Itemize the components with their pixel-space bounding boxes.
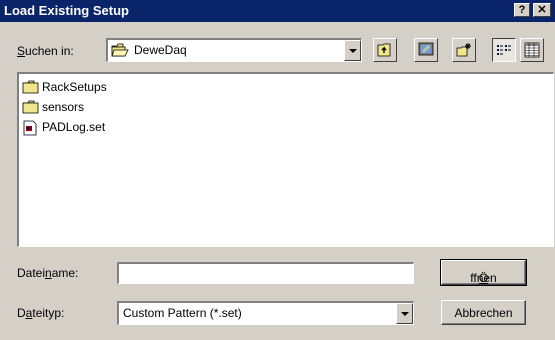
help-icon: ? [518, 4, 526, 16]
folder-up-icon [377, 43, 391, 57]
filetype-dropdown[interactable]: Custom Pattern (*.set) [117, 301, 414, 325]
cancel-button-label: Abbrechen [454, 306, 513, 320]
desktop-icon [418, 42, 434, 56]
help-button[interactable]: ? [514, 3, 530, 17]
document-icon [23, 120, 37, 136]
file-name: PADLog.set [42, 120, 106, 134]
folder-icon [22, 80, 39, 94]
window-title: Load Existing Setup [4, 3, 129, 18]
title-bar: Load Existing Setup ? ✕ [0, 0, 555, 22]
filetype-dropdown-button[interactable] [396, 303, 413, 324]
filename-label: Dateiname: [17, 266, 79, 280]
filetype-label: Dateityp: [17, 306, 65, 320]
details-view-button[interactable] [520, 38, 544, 62]
close-icon: ✕ [537, 4, 547, 16]
list-view-button[interactable] [492, 38, 516, 62]
lookin-label: Suchen in: [17, 44, 74, 58]
up-one-level-button[interactable] [373, 38, 397, 62]
lookin-dropdown[interactable]: DeweDaq [106, 38, 362, 62]
close-button[interactable]: ✕ [533, 3, 551, 17]
file-name: RackSetups [42, 80, 107, 94]
cancel-button[interactable]: Abbrechen [441, 300, 526, 325]
open-button[interactable]: Öffnen [440, 259, 527, 286]
list-view-icon [497, 45, 511, 55]
new-folder-icon [456, 43, 471, 57]
lookin-dropdown-button[interactable] [344, 40, 361, 61]
file-list[interactable]: RackSetups sensors PADLog.set [17, 72, 554, 247]
new-folder-button[interactable] [452, 38, 476, 62]
lookin-value: DeweDaq [134, 43, 187, 57]
open-folder-icon [111, 43, 129, 57]
filetype-value: Custom Pattern (*.set) [123, 306, 242, 320]
folder-icon [22, 100, 39, 114]
desktop-button[interactable] [414, 38, 438, 62]
details-view-icon [524, 42, 540, 58]
file-name: sensors [42, 100, 85, 114]
filename-input[interactable] [117, 262, 414, 284]
